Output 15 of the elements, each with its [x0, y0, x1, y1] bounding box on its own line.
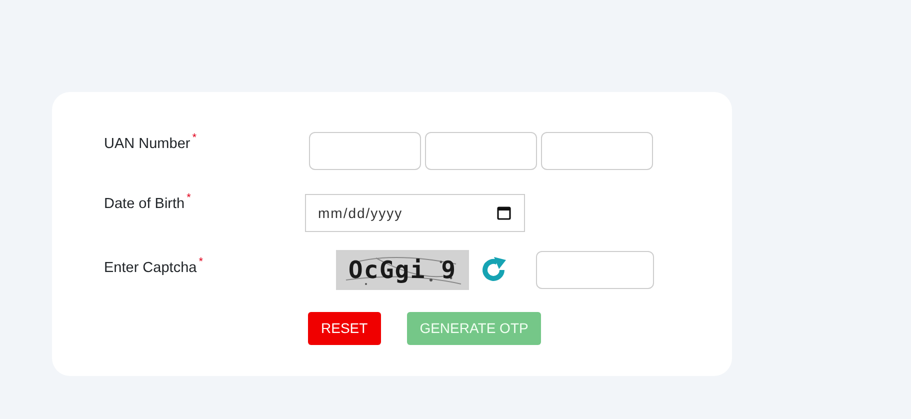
field-label: Enter Captcha: [104, 260, 197, 276]
required-mark: *: [198, 256, 203, 268]
required-mark: *: [192, 132, 196, 144]
required-mark: *: [186, 192, 191, 204]
field-label: UAN Number: [104, 136, 190, 152]
reset-button[interactable]: RESET: [308, 312, 381, 345]
uan-input[interactable]: [425, 132, 537, 170]
field-label: Date of Birth: [104, 196, 185, 212]
captcha-image: OcGgi 9: [336, 250, 469, 290]
captcha-input[interactable]: [536, 251, 654, 289]
uan-input[interactable]: [309, 132, 421, 170]
date-field[interactable]: mm/dd/yyyy: [305, 194, 525, 232]
calendar-icon[interactable]: [497, 206, 511, 220]
refresh-icon[interactable]: [480, 256, 508, 284]
uan-input[interactable]: [541, 132, 653, 170]
